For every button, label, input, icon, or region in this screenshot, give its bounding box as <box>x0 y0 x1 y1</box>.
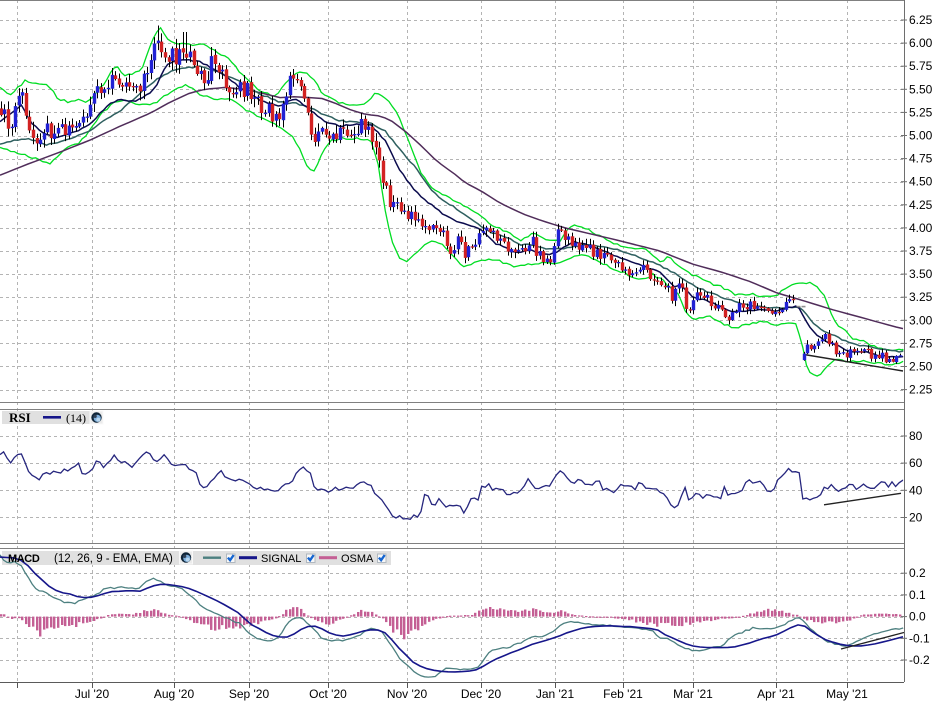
svg-text:3.75: 3.75 <box>909 244 933 258</box>
svg-text:0.2: 0.2 <box>909 566 926 580</box>
svg-text:Mar '21: Mar '21 <box>673 687 713 701</box>
svg-text:60: 60 <box>909 456 923 470</box>
svg-text:3.25: 3.25 <box>909 290 933 304</box>
svg-text:Jan '21: Jan '21 <box>536 687 575 701</box>
svg-text:5.75: 5.75 <box>909 59 933 73</box>
svg-text:3.50: 3.50 <box>909 267 933 281</box>
svg-text:6.00: 6.00 <box>909 36 933 50</box>
svg-text:Oct '20: Oct '20 <box>309 687 347 701</box>
svg-text:SIGNAL: SIGNAL <box>261 553 301 565</box>
svg-text:5.50: 5.50 <box>909 82 933 96</box>
svg-text:4.75: 4.75 <box>909 152 933 166</box>
svg-text:4.25: 4.25 <box>909 198 933 212</box>
svg-text:-0.2: -0.2 <box>909 653 930 667</box>
svg-text:5.00: 5.00 <box>909 129 933 143</box>
svg-text:0.1: 0.1 <box>909 588 926 602</box>
svg-text:Apr '21: Apr '21 <box>757 687 795 701</box>
svg-text:5.25: 5.25 <box>909 105 933 119</box>
svg-text:Feb '21: Feb '21 <box>603 687 643 701</box>
svg-text:MACD: MACD <box>8 553 40 565</box>
svg-text:40: 40 <box>909 483 923 497</box>
svg-text:4.00: 4.00 <box>909 221 933 235</box>
svg-text:-0.1: -0.1 <box>909 631 930 645</box>
svg-text:Nov '20: Nov '20 <box>387 687 428 701</box>
svg-text:Aug '20: Aug '20 <box>154 687 195 701</box>
svg-text:4.50: 4.50 <box>909 175 933 189</box>
svg-text:20: 20 <box>909 511 923 525</box>
svg-text:2.50: 2.50 <box>909 360 933 374</box>
svg-text:RSI: RSI <box>9 410 31 425</box>
svg-text:3.00: 3.00 <box>909 313 933 327</box>
svg-text:(12, 26, 9 - EMA, EMA): (12, 26, 9 - EMA, EMA) <box>54 553 173 565</box>
svg-text:(14): (14) <box>66 411 86 425</box>
svg-text:Jul '20: Jul '20 <box>75 687 110 701</box>
svg-text:6.25: 6.25 <box>909 13 933 27</box>
svg-text:2.75: 2.75 <box>909 336 933 350</box>
svg-text:2.25: 2.25 <box>909 383 933 397</box>
svg-text:0.0: 0.0 <box>909 610 926 624</box>
svg-text:Dec '20: Dec '20 <box>461 687 502 701</box>
svg-text:OSMA: OSMA <box>341 553 374 565</box>
svg-text:Sep '20: Sep '20 <box>229 687 270 701</box>
svg-text:80: 80 <box>909 429 923 443</box>
svg-text:May '21: May '21 <box>826 687 868 701</box>
